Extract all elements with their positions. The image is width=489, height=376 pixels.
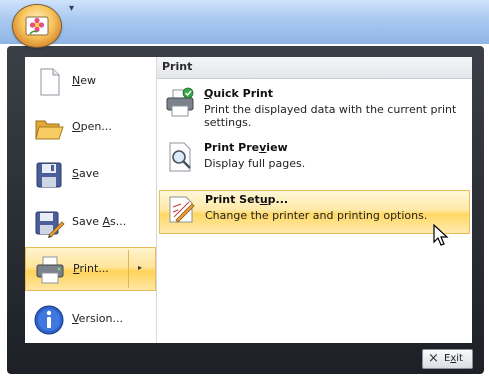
print-submenu-panel: Print Quick Print Print the displayed da… <box>156 57 472 343</box>
save-as-command[interactable]: Save As... <box>25 201 156 245</box>
printer-icon <box>36 256 64 284</box>
exit-x-icon: × <box>428 351 439 366</box>
print-command[interactable]: Print... ▸ <box>25 247 156 291</box>
quick-print-icon <box>166 87 194 117</box>
print-submenu-arrow-icon[interactable]: ▸ <box>138 263 142 272</box>
print-preview-title: Print Preview <box>204 141 288 154</box>
quick-print-description: Print the displayed data with the curren… <box>204 103 457 129</box>
print-setup-pencil-icon <box>169 196 195 223</box>
application-menu-commands: New Open... Save Save As... Print... ▸ V… <box>25 57 156 343</box>
open-command[interactable]: Open... <box>25 106 156 150</box>
version-command[interactable]: Version... <box>25 298 156 342</box>
save-as-disk-pencil-icon <box>35 211 65 238</box>
flower-logo-icon <box>25 16 49 36</box>
print-split-divider <box>128 250 129 288</box>
exit-label: Exit <box>444 353 463 364</box>
open-folder-icon <box>35 120 64 140</box>
quick-print-command[interactable]: Quick Print Print the displayed data wit… <box>159 85 470 130</box>
mouse-pointer-icon <box>433 224 449 246</box>
print-preview-magnifier-icon <box>169 142 191 172</box>
application-menu-button[interactable] <box>13 5 61 47</box>
quick-print-title: Quick Print <box>204 87 273 100</box>
print-setup-command[interactable]: Print Setup... Change the printer and pr… <box>159 190 470 234</box>
save-disk-icon <box>36 162 62 188</box>
save-command[interactable]: Save <box>25 153 156 197</box>
save-label: Save <box>72 167 100 180</box>
new-document-icon <box>40 68 60 96</box>
print-setup-title: Print Setup... <box>205 193 289 206</box>
exit-button[interactable]: × Exit <box>422 349 473 369</box>
info-icon <box>34 305 64 335</box>
open-label: Open... <box>72 120 112 133</box>
save-as-label: Save As... <box>72 215 127 228</box>
quick-access-customize-icon[interactable]: ▾ <box>69 3 74 14</box>
version-label: Version... <box>72 312 123 325</box>
print-preview-description: Display full pages. <box>204 157 306 170</box>
print-label: Print... <box>73 262 109 275</box>
print-preview-command[interactable]: Print Preview Display full pages. <box>159 139 470 179</box>
new-label: New <box>72 74 96 87</box>
print-panel-title: Print <box>162 60 193 73</box>
print-panel-header: Print <box>157 57 472 79</box>
new-command[interactable]: New <box>25 60 156 104</box>
print-setup-description: Change the printer and printing options. <box>205 209 428 222</box>
